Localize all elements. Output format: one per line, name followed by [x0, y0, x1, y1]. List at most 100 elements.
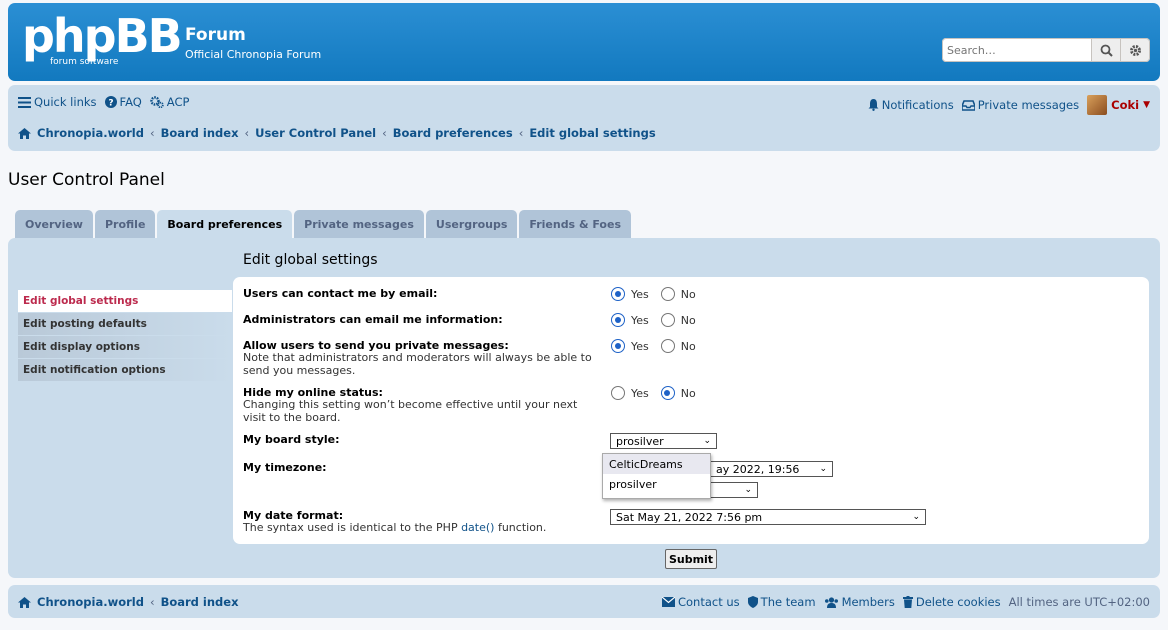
timezone-date-select[interactable]: ay 2022, 19:56 ⌄ [710, 461, 833, 477]
admin-email-yes-radio[interactable] [611, 313, 625, 327]
footer-links: Contact us The team Members Delete cooki… [661, 595, 1150, 609]
footer-breadcrumb: Chronopia.world ‹ Board index [18, 595, 239, 609]
dateformat-note-text: The syntax used is identical to the PHP [243, 521, 462, 534]
inbox-icon [961, 99, 975, 111]
phpbb-logo[interactable]: phpBB forum software [22, 13, 183, 67]
gear-icon [1129, 44, 1141, 56]
footer-breadcrumb-item[interactable]: Chronopia.world [37, 595, 144, 609]
cogs-icon [150, 96, 164, 108]
yes-label: Yes [631, 287, 649, 301]
pm-no-radio[interactable] [660, 339, 675, 353]
sidebar-item-display-options[interactable]: Edit display options [18, 336, 232, 358]
navbar: Quick links ? FAQ ACP Notifications Priv… [8, 85, 1160, 151]
home-icon [18, 596, 31, 608]
search-input[interactable] [942, 38, 1092, 62]
online-status-row: Hide my online status: Changing this set… [243, 386, 593, 424]
shield-icon [747, 596, 758, 608]
site-title[interactable]: Forum [185, 25, 246, 45]
online-status-note: Changing this setting won’t become effec… [243, 398, 578, 424]
dateformat-row: My date format: The syntax used is ident… [243, 509, 643, 535]
search-button[interactable] [1092, 38, 1121, 62]
style-option-prosilver[interactable]: prosilver [603, 474, 710, 494]
php-date-link[interactable]: date() [461, 521, 494, 534]
breadcrumb: Chronopia.world ‹ Board index ‹ User Con… [18, 126, 656, 140]
notifications-link[interactable]: Notifications [868, 98, 954, 112]
yes-label: Yes [631, 339, 649, 353]
pm-yes-radio[interactable] [611, 339, 625, 353]
timezone-select[interactable]: ⌄ [710, 482, 758, 498]
members-link[interactable]: Members [824, 595, 895, 609]
style-row: My board style: [243, 433, 340, 446]
delete-cookies-link[interactable]: Delete cookies [902, 595, 1001, 609]
username: Coki [1111, 98, 1140, 112]
tab-board-preferences[interactable]: Board preferences [157, 210, 293, 239]
members-label: Members [841, 595, 895, 609]
private-messages-label: Private messages [977, 98, 1080, 112]
online-no-radio[interactable] [660, 386, 675, 400]
style-select-value: prosilver [616, 434, 664, 448]
quick-links-menu[interactable]: Quick links [18, 95, 97, 109]
breadcrumb-separator: ‹ [518, 126, 524, 140]
timezone-info: All times are UTC+02:00 [1008, 595, 1150, 609]
no-label: No [680, 386, 696, 400]
style-option-celticdreams[interactable]: CelticDreams [603, 454, 710, 474]
delete-cookies-label: Delete cookies [915, 595, 1001, 609]
dateformat-note-text: function. [494, 521, 547, 534]
submit-button[interactable]: Submit [665, 549, 717, 569]
faq-label: FAQ [119, 95, 142, 109]
tab-usergroups[interactable]: Usergroups [425, 210, 518, 238]
admin-email-no-radio[interactable] [660, 313, 675, 327]
pm-radios: Yes No [611, 339, 696, 353]
breadcrumb-item[interactable]: Edit global settings [529, 126, 655, 140]
tab-overview[interactable]: Overview [15, 210, 93, 238]
breadcrumb-item[interactable]: Chronopia.world [37, 126, 144, 140]
breadcrumb-separator: ‹ [149, 595, 155, 609]
sidebar-item-posting-defaults[interactable]: Edit posting defaults [18, 313, 232, 335]
contact-label: Contact us [677, 595, 740, 609]
settings-form: Users can contact me by email: Yes No Ad… [233, 277, 1149, 544]
dateformat-select[interactable]: Sat May 21, 2022 7:56 pm ⌄ [610, 509, 926, 525]
email-row: Users can contact me by email: [243, 287, 437, 300]
footer-breadcrumb-item[interactable]: Board index [161, 595, 239, 609]
no-label: No [680, 339, 696, 353]
tab-profile[interactable]: Profile [94, 210, 156, 238]
chevron-down-icon: ⌄ [819, 464, 827, 474]
online-yes-radio[interactable] [611, 386, 625, 400]
section-title: Edit global settings [243, 252, 378, 268]
acp-link[interactable]: ACP [150, 95, 190, 109]
admin-email-row: Administrators can email me information: [243, 313, 503, 326]
email-yes-radio[interactable] [611, 287, 625, 301]
breadcrumb-item[interactable]: User Control Panel [255, 126, 376, 140]
team-link[interactable]: The team [747, 595, 816, 609]
breadcrumb-separator: ‹ [382, 126, 387, 140]
private-messages-link[interactable]: Private messages [961, 98, 1080, 112]
contact-link[interactable]: Contact us [661, 595, 740, 609]
tab-private-messages[interactable]: Private messages [294, 210, 424, 238]
caret-down-icon: ▼ [1143, 100, 1150, 110]
question-icon: ? [104, 96, 117, 108]
envelope-icon [661, 597, 675, 607]
advanced-search-button[interactable] [1121, 38, 1150, 62]
search-icon [1100, 44, 1113, 57]
notifications-label: Notifications [881, 98, 954, 112]
user-menu[interactable]: Coki ▼ [1087, 95, 1150, 115]
site-description: Official Chronopia Forum [185, 48, 322, 61]
pm-note: Note that administrators and moderators … [243, 351, 592, 377]
faq-link[interactable]: ? FAQ [104, 95, 142, 109]
style-select[interactable]: prosilver ⌄ [610, 433, 717, 449]
acp-label: ACP [166, 95, 190, 109]
quick-links-label: Quick links [34, 95, 97, 109]
chevron-down-icon: ⌄ [703, 436, 711, 446]
timezone-label: My timezone: [243, 461, 327, 474]
tab-friends-foes[interactable]: Friends & Foes [519, 210, 631, 238]
sidebar-item-global-settings[interactable]: Edit global settings [18, 290, 232, 312]
chevron-down-icon: ⌄ [912, 512, 920, 522]
sidebar-item-notification-options[interactable]: Edit notification options [18, 359, 232, 381]
logo-subtext: forum software [50, 57, 119, 67]
breadcrumb-item[interactable]: Board preferences [393, 126, 513, 140]
footer-bar: Chronopia.world ‹ Board index Contact us… [8, 585, 1160, 618]
email-no-radio[interactable] [660, 287, 675, 301]
yes-label: Yes [631, 313, 649, 327]
no-label: No [680, 313, 696, 327]
breadcrumb-item[interactable]: Board index [161, 126, 239, 140]
